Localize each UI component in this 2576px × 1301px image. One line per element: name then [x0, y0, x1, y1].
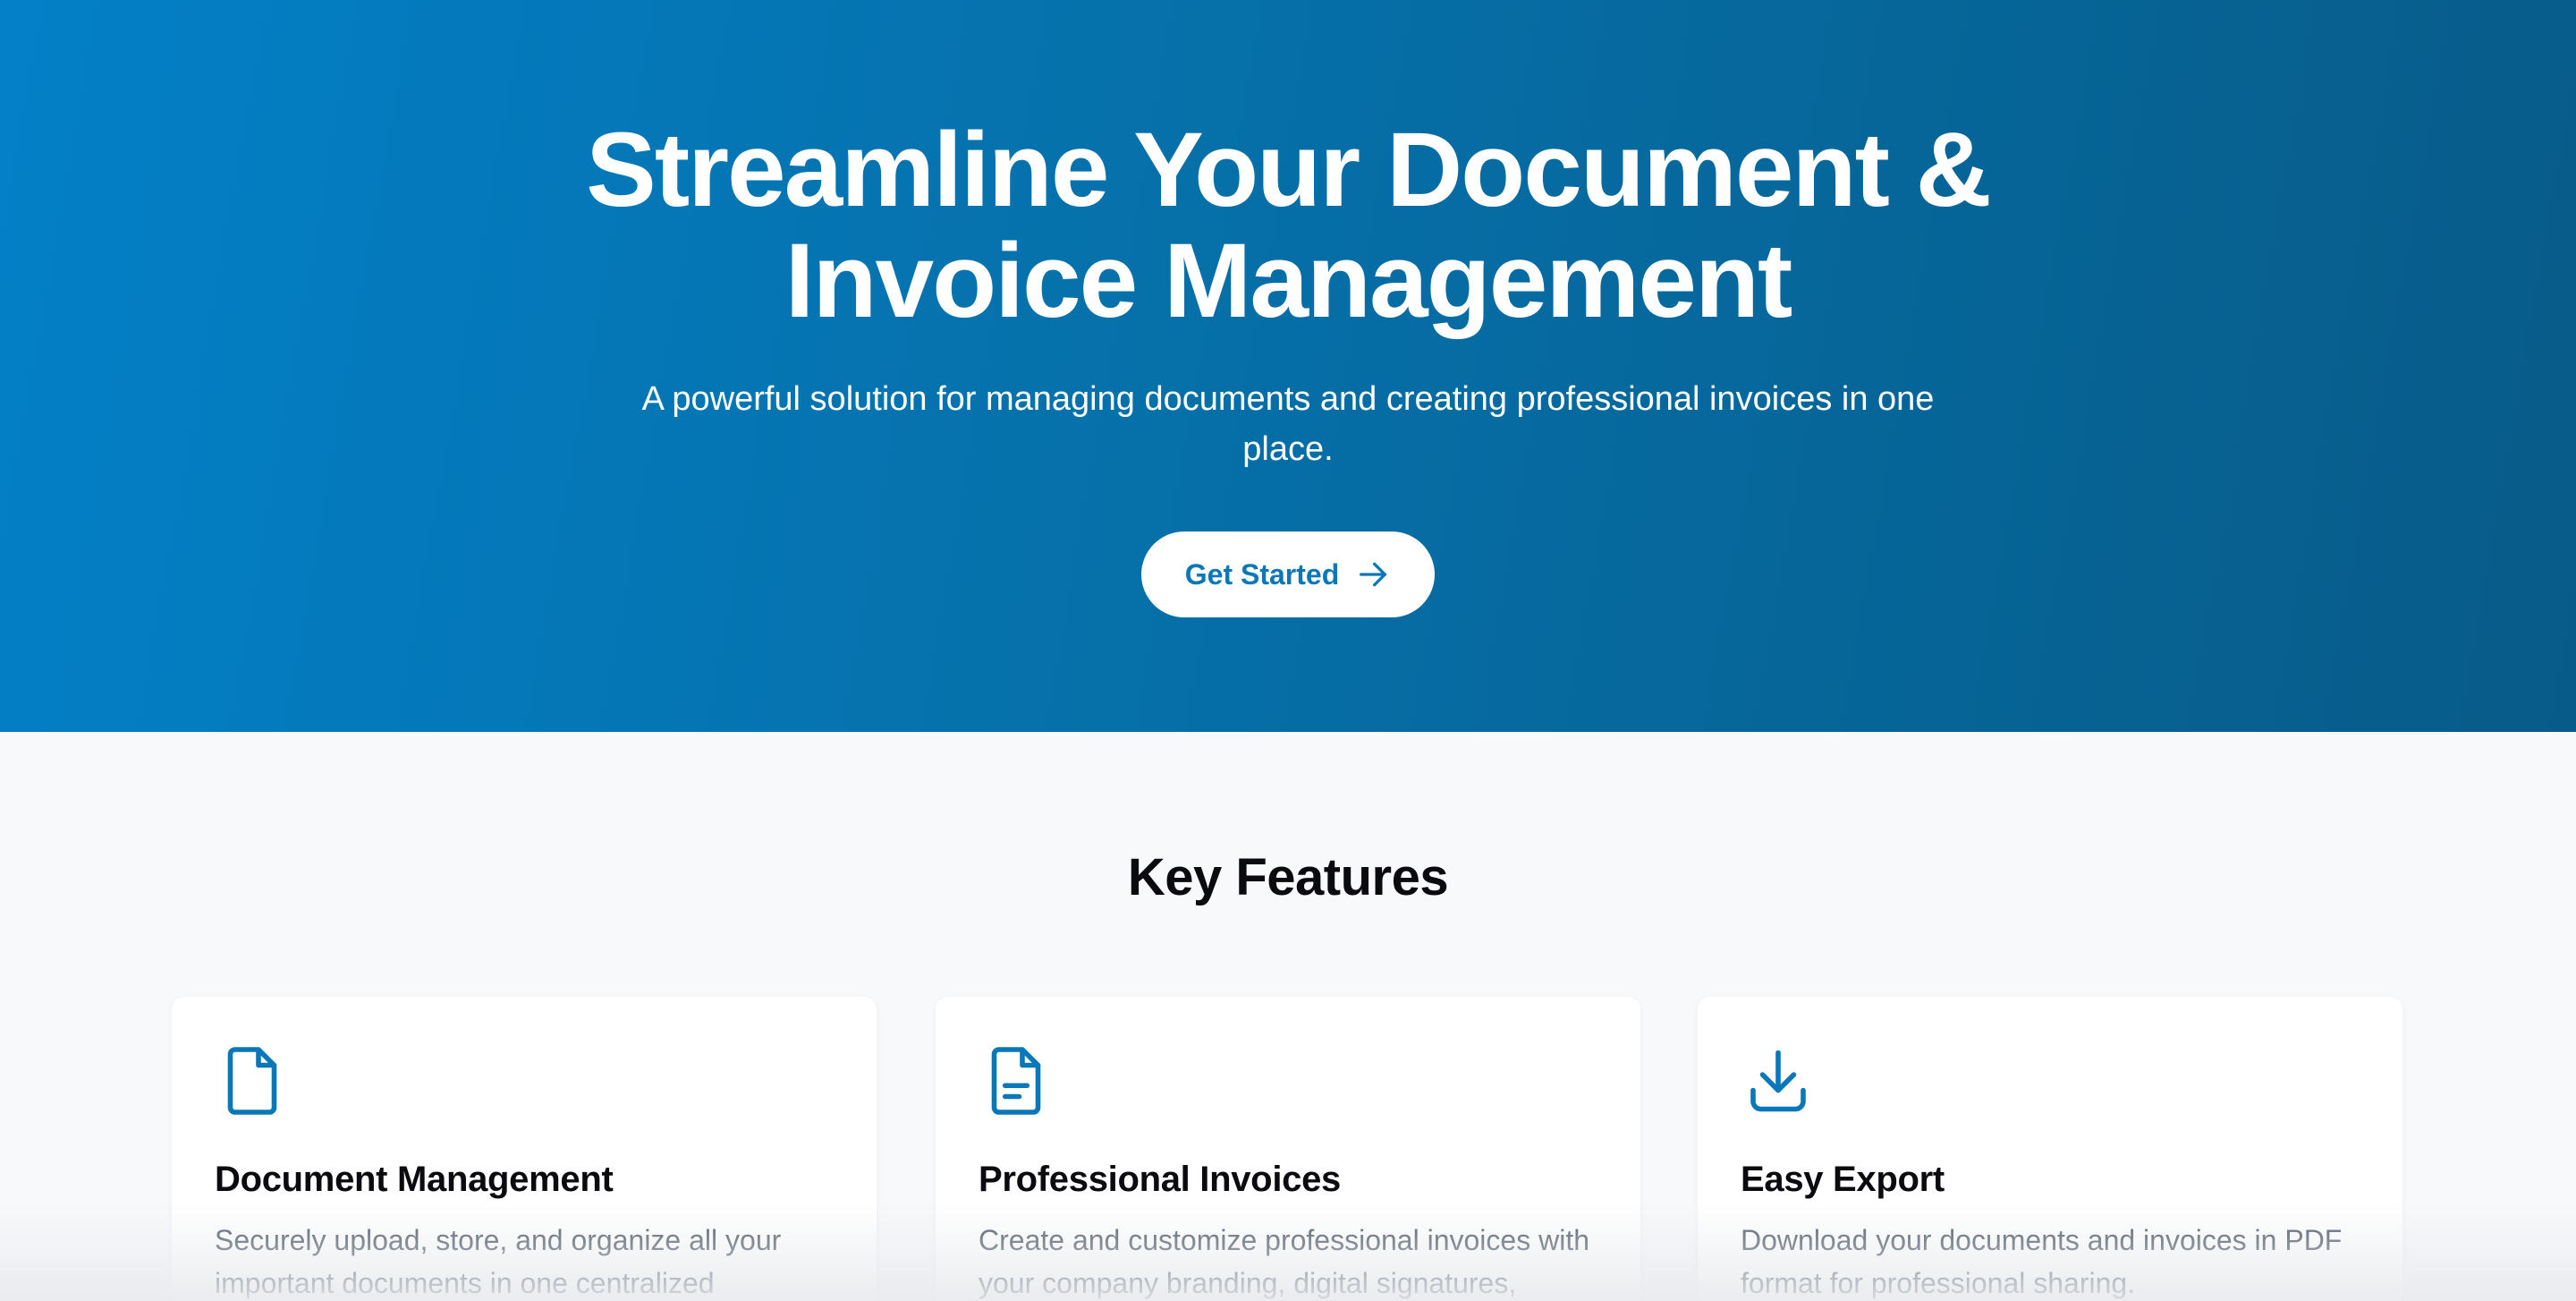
feature-card-title: Easy Export — [1741, 1160, 1945, 1199]
feature-card-description: Download your documents and invoices in … — [1741, 1224, 2343, 1299]
feature-card-description: Securely upload, store, and organize all… — [215, 1224, 782, 1299]
feature-card-title: Document Management — [215, 1160, 614, 1199]
feature-card-document-management: Document Management Securely upload, sto… — [172, 997, 877, 1301]
feature-card-description: Create and customize professional invoic… — [979, 1224, 1589, 1299]
arrow-right-icon — [1355, 557, 1391, 592]
features-title: Key Features — [1127, 848, 1449, 906]
features-section: Key Features Document Management Securel… — [0, 732, 2576, 1301]
download-icon — [1741, 1043, 1816, 1118]
hero-subtitle: A powerful solution for managing documen… — [641, 380, 1935, 468]
feature-card-easy-export: Easy Export Download your documents and … — [1698, 997, 2402, 1301]
hero-title: Streamline Your Document & Invoice Manag… — [586, 111, 1992, 340]
landing-page: Streamline Your Document & Invoice Manag… — [0, 0, 2576, 1301]
invoice-icon — [979, 1043, 1054, 1118]
get-started-button[interactable]: Get Started — [1141, 531, 1435, 617]
document-icon — [215, 1043, 290, 1118]
hero-section: Streamline Your Document & Invoice Manag… — [0, 0, 2576, 732]
get-started-label: Get Started — [1184, 557, 1340, 591]
feature-card-title: Professional Invoices — [979, 1160, 1341, 1199]
feature-card-professional-invoices: Professional Invoices Create and customi… — [936, 997, 1640, 1301]
